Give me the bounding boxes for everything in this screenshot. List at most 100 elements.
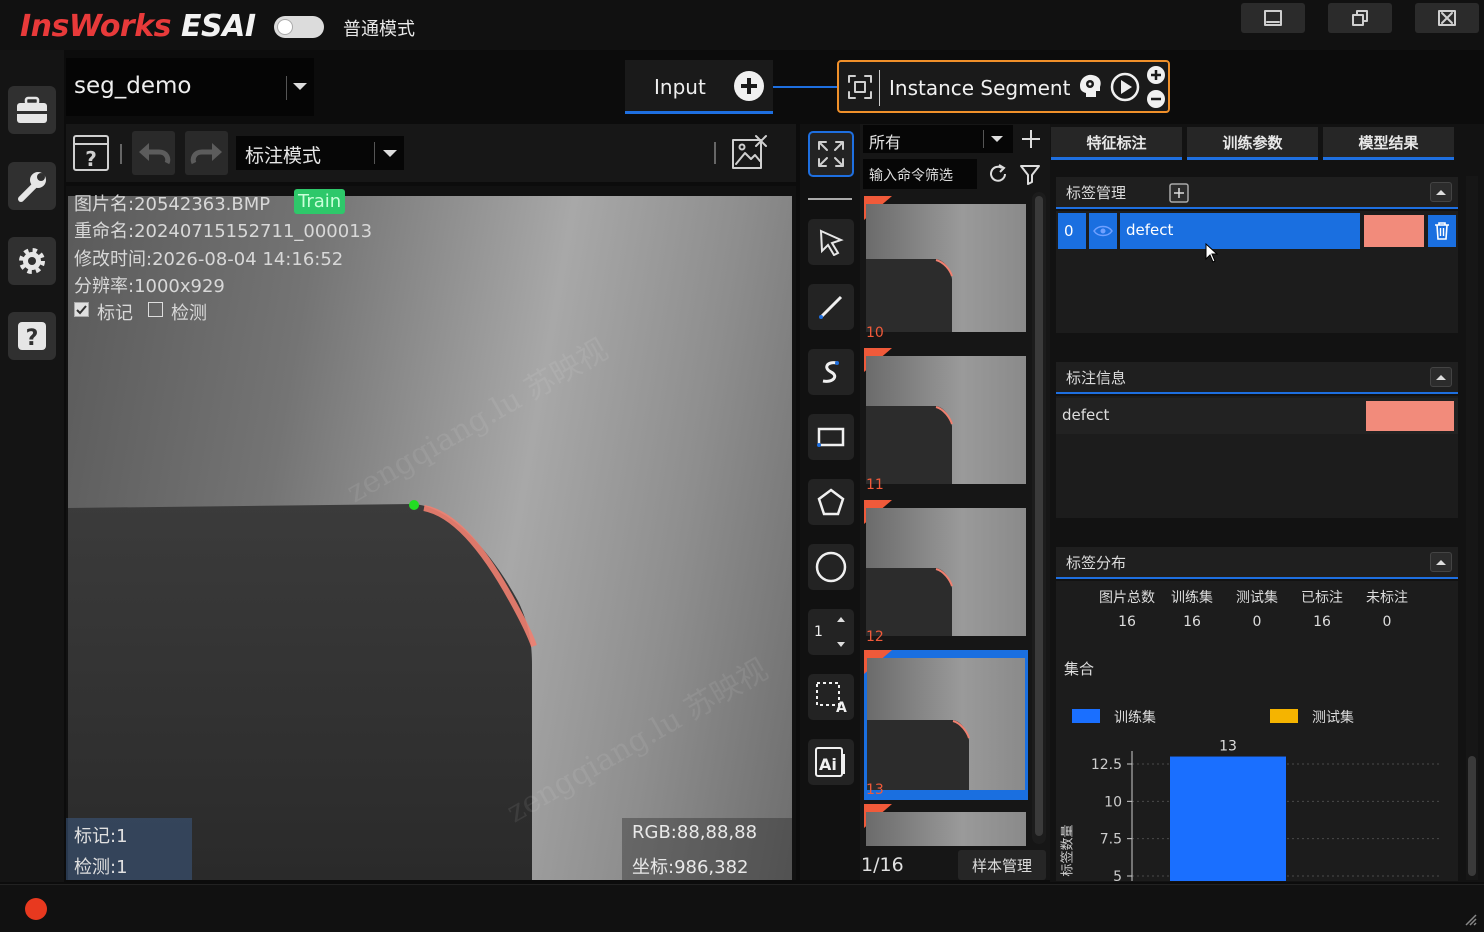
- minimize-button[interactable]: [1241, 3, 1305, 33]
- svg-text:Ai: Ai: [819, 755, 837, 774]
- label-dist-title: 标签分布: [1066, 553, 1127, 572]
- chevron-up-icon: [1436, 190, 1446, 195]
- polygon-tool[interactable]: [808, 479, 854, 525]
- run-icon[interactable]: [1110, 72, 1140, 102]
- mark-checkbox[interactable]: [74, 302, 89, 317]
- stat-value: 0: [1382, 614, 1392, 630]
- thumbnail-item[interactable]: 11: [864, 348, 1028, 496]
- label-color-swatch[interactable]: [1364, 215, 1424, 247]
- resize-grip-icon[interactable]: [1464, 913, 1478, 927]
- mode-select[interactable]: 标注模式: [236, 136, 404, 170]
- sidebar-item-settings[interactable]: [8, 237, 56, 285]
- label-info-color: [1366, 401, 1454, 431]
- collapse-button[interactable]: [1430, 552, 1452, 572]
- sample-manage-label: 样本管理: [971, 856, 1032, 875]
- filter-icon[interactable]: [1018, 162, 1042, 186]
- tab-model-results[interactable]: 模型结果: [1323, 127, 1454, 160]
- sample-manage-button[interactable]: 样本管理: [958, 850, 1046, 880]
- add-node-icon[interactable]: [733, 70, 765, 102]
- sidebar-item-tools[interactable]: [8, 162, 56, 210]
- help-book-icon: ?: [73, 135, 109, 171]
- fit-view-button[interactable]: [808, 131, 854, 177]
- focus-icon: [848, 75, 872, 99]
- thumbnail-index: 10: [866, 325, 884, 341]
- label-info-body: defect: [1056, 396, 1458, 518]
- image-canvas[interactable]: zengqiang.lu 苏映视 zengqiang.lu 苏映视 图片名:20…: [66, 186, 796, 880]
- rgb-readout: RGB:88,88,88: [632, 822, 758, 843]
- image-clear-icon: [732, 135, 767, 169]
- mode-toggle[interactable]: [274, 16, 324, 38]
- restore-button[interactable]: [1328, 3, 1392, 33]
- stepper-down-icon[interactable]: [836, 641, 846, 649]
- refresh-icon[interactable]: [986, 162, 1010, 186]
- add-icon[interactable]: [1020, 128, 1042, 150]
- thumbnail-item[interactable]: 12: [864, 500, 1028, 648]
- add-icon[interactable]: [1146, 65, 1166, 85]
- circle-tool[interactable]: [808, 544, 854, 590]
- tab-feature-label[interactable]: 特征标注: [1051, 127, 1182, 160]
- svg-text:?: ?: [26, 326, 39, 351]
- redo-button[interactable]: [185, 131, 228, 175]
- label-name[interactable]: defect: [1120, 213, 1360, 249]
- command-filter-placeholder: 输入命令筛选: [869, 168, 953, 184]
- undo-button[interactable]: [132, 131, 175, 175]
- close-button[interactable]: [1415, 3, 1479, 33]
- command-filter-input[interactable]: 输入命令筛选: [863, 159, 977, 189]
- ai-label-tool[interactable]: Ai: [808, 739, 854, 785]
- filter-select[interactable]: 所有: [863, 125, 1013, 153]
- scrollbar-thumb[interactable]: [1035, 196, 1043, 836]
- stat-value: 0: [1252, 614, 1262, 630]
- detect-checkbox[interactable]: [148, 302, 163, 317]
- filename: 图片名:20542363.BMP: [74, 194, 271, 215]
- chevron-up-icon: [1436, 375, 1446, 380]
- collapse-button[interactable]: [1430, 182, 1452, 202]
- line-icon: [819, 295, 843, 319]
- brush-size-stepper[interactable]: 1: [808, 609, 854, 655]
- stat-header: 图片总数: [1099, 590, 1155, 606]
- right-scrollbar[interactable]: [1466, 176, 1478, 880]
- label-visibility[interactable]: [1089, 213, 1117, 249]
- label-info-name: defect: [1062, 406, 1110, 424]
- project-divider: [286, 76, 287, 100]
- add-label-icon[interactable]: [1168, 182, 1190, 204]
- collapse-button[interactable]: [1430, 367, 1452, 387]
- y-tick-label: 7.5: [1100, 832, 1122, 848]
- thumbnail-item[interactable]: 10: [864, 196, 1028, 344]
- stepper-up-icon[interactable]: [836, 615, 846, 623]
- gear-icon: [19, 248, 45, 274]
- select-tool[interactable]: [808, 219, 854, 265]
- toolbar-sep: [120, 144, 122, 164]
- help-book-button[interactable]: ?: [70, 132, 112, 174]
- curve-tool[interactable]: [808, 349, 854, 395]
- legend-swatch: [1270, 709, 1298, 723]
- input-node[interactable]: Input: [625, 60, 773, 114]
- split-badge: Train: [294, 189, 346, 214]
- thumbnail-item-selected[interactable]: 13: [864, 650, 1028, 800]
- mode-select-divider: [374, 142, 375, 164]
- sidebar-item-toolbox[interactable]: [8, 86, 56, 134]
- line-tool[interactable]: [808, 284, 854, 330]
- page-indicator: 1/16: [861, 854, 904, 876]
- sidebar-item-help[interactable]: ?: [8, 312, 56, 360]
- thumbnail-index: 12: [866, 629, 884, 645]
- label-row[interactable]: 0 defect: [1058, 213, 1456, 249]
- segment-node-label: Instance Segment: [889, 76, 1071, 100]
- tab-train-params[interactable]: 训练参数: [1187, 127, 1318, 160]
- remove-icon[interactable]: [1146, 89, 1166, 109]
- curve-icon: [822, 361, 839, 383]
- pointer-icon: [819, 229, 844, 256]
- toolbar-sep: [714, 142, 716, 164]
- segment-node[interactable]: Instance Segment: [837, 60, 1170, 113]
- rectangle-tool[interactable]: [808, 414, 854, 460]
- thumbnail-item[interactable]: [864, 804, 1028, 846]
- thumb-scrollbar[interactable]: [1032, 192, 1046, 844]
- ai-brain-icon[interactable]: [1076, 72, 1104, 100]
- ai-select-tool[interactable]: Ai: [808, 674, 854, 720]
- ai-select-icon: Ai: [816, 682, 848, 714]
- delete-label-button[interactable]: [1428, 215, 1456, 247]
- brush-size-value: 1: [814, 624, 823, 640]
- clear-image-button[interactable]: [726, 130, 772, 176]
- project-select[interactable]: seg_demo: [66, 58, 314, 116]
- scrollbar-thumb[interactable]: [1468, 756, 1476, 876]
- label-info-header: 标注信息: [1056, 362, 1458, 394]
